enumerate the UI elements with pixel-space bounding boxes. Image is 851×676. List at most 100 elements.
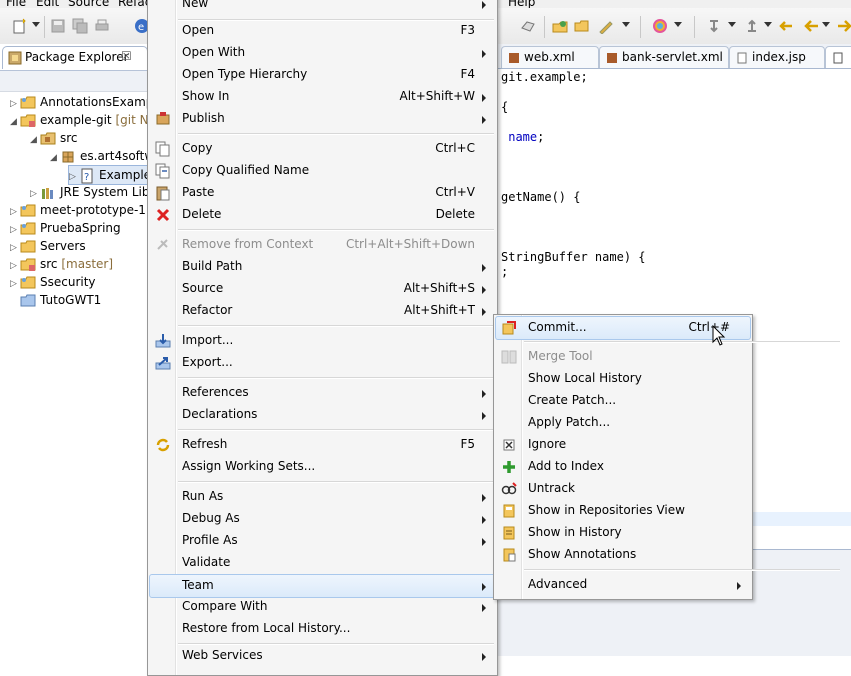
menu-item-add-to-index[interactable]: Add to Index (496, 456, 750, 478)
menu-item-references[interactable]: References (150, 382, 495, 404)
menu-item-show-in-repositories-view[interactable]: Show in Repositories View (496, 500, 750, 522)
next-annotation-icon[interactable] (706, 18, 722, 34)
save-all-icon[interactable] (72, 18, 88, 34)
menu-item-advanced[interactable]: Advanced (496, 574, 750, 596)
back-icon[interactable] (804, 18, 820, 34)
menu-item-label: Show Annotations (528, 547, 637, 561)
editor-tab-index-jsp[interactable]: index.jsp (729, 46, 825, 68)
menu-edit[interactable]: Edit (36, 0, 59, 8)
menu-item-label: Remove from Context (182, 237, 314, 251)
tree-item[interactable]: ◢ src (30, 129, 78, 147)
menu-item-merge-tool[interactable]: Merge Tool (496, 346, 750, 368)
menu-separator (178, 133, 494, 135)
menu-item-open-type-hierarchy[interactable]: Open Type Hierarchy F4 (150, 64, 495, 86)
menu-item-ignore[interactable]: Ignore (496, 434, 750, 456)
git-project-icon (20, 258, 36, 271)
menu-item-paste[interactable]: Paste Ctrl+V (150, 182, 495, 204)
menu-item-declarations[interactable]: Declarations (150, 404, 495, 426)
menu-item-open[interactable]: Open F3 (150, 20, 495, 42)
menu-item-untrack[interactable]: Untrack (496, 478, 750, 500)
menu-item-label: Refactor (182, 303, 233, 317)
tree-item[interactable]: TutoGWT1 (20, 291, 101, 309)
next-annotation-arrow[interactable] (728, 22, 736, 27)
editor-tab-web-xml[interactable]: web.xml (501, 46, 599, 68)
new-wizard-icon[interactable] (12, 18, 28, 34)
tree-item[interactable]: ◢ example-git [git NC (10, 111, 157, 129)
editor-tab-active[interactable] (825, 46, 851, 68)
print-icon[interactable] (94, 18, 110, 34)
tree-item[interactable]: ▷ src [master] (10, 255, 113, 273)
menu-item-build-path[interactable]: Build Path (150, 256, 495, 278)
code-line: getName() { (501, 190, 581, 204)
tree-item[interactable]: ▷ Ssecurity (10, 273, 96, 291)
tree-item-label: TutoGWT1 (40, 293, 102, 307)
task-pen-icon[interactable] (598, 18, 614, 34)
menu-item-new[interactable]: New (150, 0, 495, 15)
last-edit-icon[interactable] (778, 18, 794, 34)
menu-item-label: References (182, 385, 249, 399)
menu-item-restore-local-history[interactable]: Restore from Local History... (150, 618, 495, 640)
tree-item[interactable]: ▷ AnnotationsExamp (10, 93, 153, 111)
menu-file[interactable]: File (6, 0, 26, 8)
task-dropdown-arrow[interactable] (622, 22, 630, 27)
open-folder-icon[interactable] (574, 18, 590, 34)
menu-item-run-as[interactable]: Run As (150, 486, 495, 508)
submenu-arrow-icon (482, 264, 486, 272)
menu-item-web-services[interactable]: Web Services (150, 645, 495, 667)
menu-item-create-patch[interactable]: Create Patch... (496, 390, 750, 412)
collapse-icon[interactable]: ◢ (10, 113, 20, 131)
menu-item-export[interactable]: Export... (150, 352, 495, 374)
menu-item-refactor[interactable]: Refactor Alt+Shift+T (150, 300, 495, 322)
menu-item-assign-working-sets[interactable]: Assign Working Sets... (150, 456, 495, 478)
refresh-icon (156, 438, 170, 452)
menu-item-remove-from-context[interactable]: Remove from Context Ctrl+Alt+Shift+Down (150, 234, 495, 256)
editor-tab-bar: web.xml bank-servlet.xml index.jsp (497, 44, 851, 69)
menu-item-open-with[interactable]: Open With (150, 42, 495, 64)
collapse-icon[interactable]: ◢ (50, 149, 60, 167)
tree-item-label: src (60, 131, 78, 145)
menu-item-label: Validate (182, 555, 231, 569)
menu-item-compare-with[interactable]: Compare With (150, 596, 495, 618)
menu-item-show-annotations[interactable]: Show Annotations (496, 544, 750, 566)
new-dropdown-arrow[interactable] (32, 22, 40, 27)
color-dropdown-arrow[interactable] (674, 22, 682, 27)
tree-item[interactable]: ▷ Servers (10, 237, 86, 255)
menu-item-import[interactable]: Import... (150, 330, 495, 352)
menu-item-source[interactable]: Source Alt+Shift+S (150, 278, 495, 300)
forward-icon[interactable] (836, 18, 851, 34)
menu-item-validate[interactable]: Validate (150, 552, 495, 574)
back-dropdown-arrow[interactable] (822, 22, 830, 27)
menu-item-publish[interactable]: Publish (150, 108, 495, 130)
tree-item[interactable]: ▷ PruebaSpring (10, 219, 121, 237)
prev-annotation-icon[interactable] (744, 18, 760, 34)
menu-item-delete[interactable]: Delete Delete (150, 204, 495, 226)
menu-item-profile-as[interactable]: Profile As (150, 530, 495, 552)
tree-item[interactable]: ◢ es.art4softw (50, 147, 154, 165)
menu-help[interactable]: Help (508, 0, 535, 8)
menu-source[interactable]: Source (68, 0, 109, 8)
editor-tab-label: web.xml (524, 50, 575, 64)
tree-item[interactable]: ▷ JRE System Libr (30, 183, 154, 201)
open-type-icon[interactable] (552, 18, 568, 34)
menu-item-show-in[interactable]: Show In Alt+Shift+W (150, 86, 495, 108)
package-explorer-tab[interactable]: Package Explorer ☒ (2, 46, 148, 69)
menu-item-team[interactable]: Team (149, 574, 496, 598)
expand-icon[interactable]: ▷ (10, 275, 20, 293)
menu-item-copy[interactable]: Copy Ctrl+C (150, 138, 495, 160)
menu-item-show-local-history[interactable]: Show Local History (496, 368, 750, 390)
save-icon[interactable] (50, 18, 66, 34)
editor-tab-bank-servlet[interactable]: bank-servlet.xml (599, 46, 729, 68)
color-wheel-icon[interactable] (652, 18, 668, 34)
submenu-arrow-icon (482, 1, 486, 9)
collapse-icon[interactable]: ◢ (30, 131, 40, 149)
prev-annotation-arrow[interactable] (764, 22, 772, 27)
tree-item[interactable]: ▷meet-prototype-1 [ (10, 201, 154, 219)
menu-item-copy-qualified-name[interactable]: Copy Qualified Name (150, 160, 495, 182)
menu-item-apply-patch[interactable]: Apply Patch... (496, 412, 750, 434)
menu-item-refresh[interactable]: Refresh F5 (150, 434, 495, 456)
open-console-icon[interactable] (520, 18, 536, 34)
toolbar-separator (544, 16, 545, 38)
menu-item-debug-as[interactable]: Debug As (150, 508, 495, 530)
close-icon[interactable]: ☒ (121, 49, 132, 63)
menu-item-show-in-history[interactable]: Show in History (496, 522, 750, 544)
